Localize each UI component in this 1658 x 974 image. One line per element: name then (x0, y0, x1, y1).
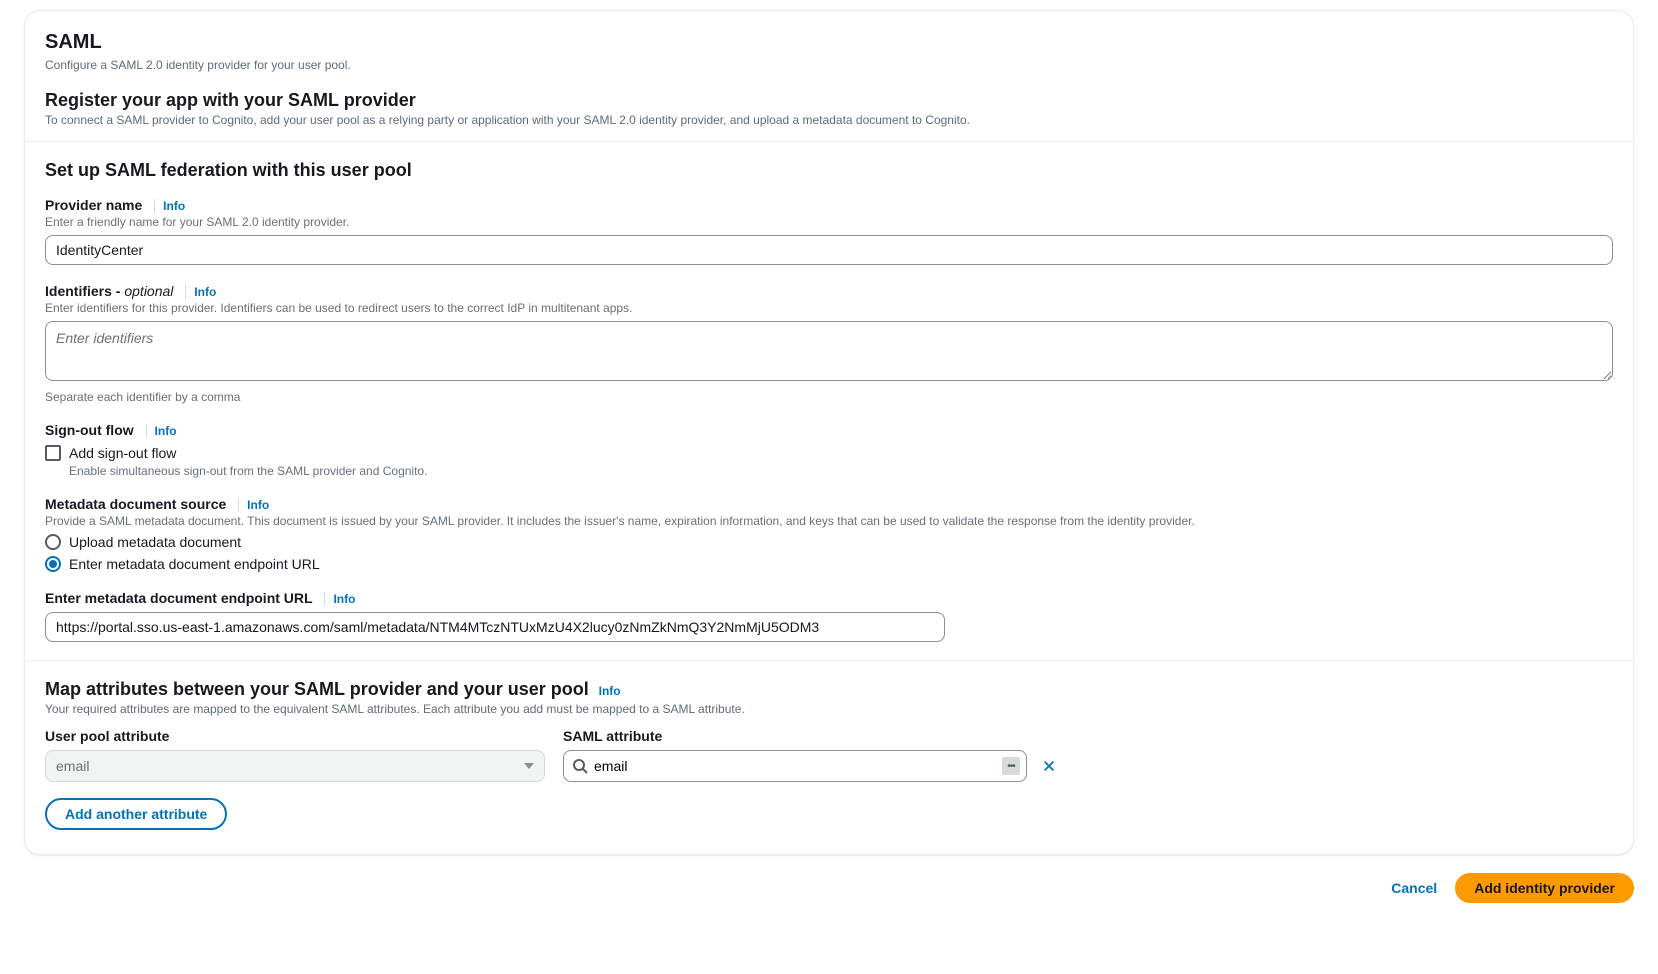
endpoint-group: Enter metadata document endpoint URL Inf… (45, 590, 1613, 642)
userpool-attribute-select: email (45, 750, 545, 782)
add-attribute-button[interactable]: Add another attribute (45, 798, 227, 830)
provider-name-input[interactable] (45, 235, 1613, 265)
identifiers-input[interactable] (45, 321, 1613, 381)
remove-attribute-button[interactable] (1035, 752, 1063, 780)
map-title: Map attributes between your SAML provide… (45, 679, 589, 699)
add-identity-provider-button[interactable]: Add identity provider (1455, 873, 1634, 903)
radio-url-label: Enter metadata document endpoint URL (69, 556, 320, 572)
userpool-col-label: User pool attribute (45, 728, 545, 744)
map-info-link[interactable]: Info (599, 684, 621, 698)
divider-2 (25, 660, 1633, 661)
endpoint-info-link[interactable]: Info (324, 592, 355, 606)
provider-name-group: Provider name Info Enter a friendly name… (45, 197, 1613, 265)
signout-checkbox-label: Add sign-out flow (69, 444, 176, 462)
setup-title: Set up SAML federation with this user po… (45, 160, 1613, 181)
close-icon (1042, 759, 1056, 773)
signout-group: Sign-out flow Info Add sign-out flow Ena… (45, 422, 1613, 478)
endpoint-url-input[interactable] (45, 612, 945, 642)
provider-name-info-link[interactable]: Info (154, 199, 185, 213)
provider-name-label: Provider name (45, 197, 142, 213)
userpool-attribute-value: email (56, 758, 89, 774)
saml-col-label: SAML attribute (563, 728, 1063, 744)
identifiers-group: Identifiers - optional Info Enter identi… (45, 283, 1613, 404)
footer-actions: Cancel Add identity provider (0, 855, 1658, 903)
provider-name-hint: Enter a friendly name for your SAML 2.0 … (45, 215, 1613, 229)
register-title: Register your app with your SAML provide… (45, 90, 1613, 111)
map-desc: Your required attributes are mapped to t… (45, 702, 1613, 716)
metadata-label: Metadata document source (45, 496, 226, 512)
main-panel: SAML Configure a SAML 2.0 identity provi… (24, 10, 1634, 855)
page-subtitle: Configure a SAML 2.0 identity provider f… (45, 58, 1613, 72)
cancel-button[interactable]: Cancel (1391, 880, 1437, 896)
radio-upload[interactable] (45, 534, 61, 550)
endpoint-label: Enter metadata document endpoint URL (45, 590, 313, 606)
saml-attribute-input[interactable] (594, 758, 1002, 774)
saml-col: SAML attribute ••• (563, 728, 1063, 782)
saml-attribute-input-wrap[interactable]: ••• (563, 750, 1027, 782)
signout-checkbox[interactable] (45, 445, 61, 461)
identifiers-below-hint: Separate each identifier by a comma (45, 390, 1613, 404)
radio-url[interactable] (45, 556, 61, 572)
attribute-row: User pool attribute email SAML attribute (45, 728, 1613, 782)
identifiers-info-link[interactable]: Info (185, 285, 216, 299)
chevron-down-icon (524, 763, 534, 769)
radio-upload-label: Upload metadata document (69, 534, 241, 550)
signout-checkbox-sub: Enable simultaneous sign-out from the SA… (69, 464, 1613, 478)
register-desc: To connect a SAML provider to Cognito, a… (45, 113, 1613, 127)
metadata-group: Metadata document source Info Provide a … (45, 496, 1613, 572)
signout-info-link[interactable]: Info (146, 424, 177, 438)
divider (25, 141, 1633, 142)
metadata-hint: Provide a SAML metadata document. This d… (45, 514, 1613, 528)
map-section: Map attributes between your SAML provide… (45, 679, 1613, 830)
identifiers-label: Identifiers - optional (45, 283, 173, 299)
ellipsis-icon[interactable]: ••• (1002, 757, 1020, 775)
identifiers-hint: Enter identifiers for this provider. Ide… (45, 301, 1613, 315)
userpool-col: User pool attribute email (45, 728, 545, 782)
metadata-info-link[interactable]: Info (238, 498, 269, 512)
search-icon (572, 758, 588, 774)
signout-label: Sign-out flow (45, 422, 134, 438)
page-title: SAML (45, 31, 1613, 54)
